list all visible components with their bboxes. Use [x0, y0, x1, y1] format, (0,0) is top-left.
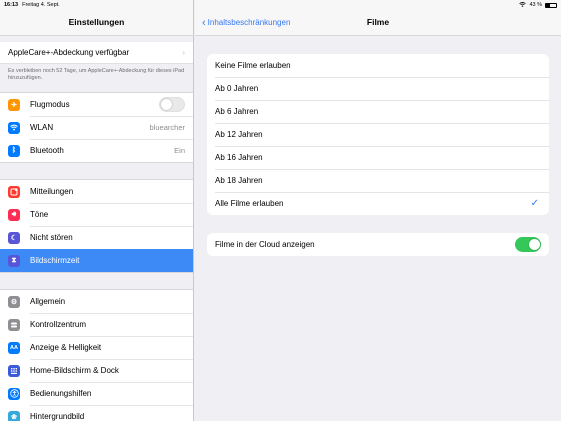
- sidebar-item-bedienungshilfen[interactable]: Bedienungshilfen: [0, 382, 193, 405]
- option-label: Ab 12 Jahren: [215, 130, 263, 139]
- status-date: Freitag 4. Sept.: [22, 2, 60, 8]
- wifi-status-icon: [519, 1, 527, 9]
- option-label: Ab 6 Jahren: [215, 107, 259, 116]
- applecare-row[interactable]: AppleCare+-Abdeckung verfügbar ›: [0, 42, 193, 64]
- airplane-mode-toggle[interactable]: [159, 97, 185, 112]
- option-ab-0[interactable]: Ab 0 Jahren: [207, 77, 549, 100]
- option-alle-filme[interactable]: Alle Filme erlauben ✓: [207, 192, 549, 215]
- sidebar-item-label: Anzeige & Helligkeit: [30, 343, 102, 352]
- sidebar-item-toene[interactable]: 🔊︎ Töne: [0, 203, 193, 226]
- applecare-note: Es verbleiben noch 52 Tage, um AppleCare…: [8, 68, 185, 81]
- option-label: Ab 16 Jahren: [215, 153, 263, 162]
- sidebar-item-flugmodus[interactable]: ✈ Flugmodus: [0, 93, 193, 116]
- notifications-icon: [8, 185, 20, 198]
- status-bar: 16:13 Freitag 4. Sept. 43 %: [0, 0, 561, 10]
- sidebar-item-kontrollzentrum[interactable]: Kontrollzentrum: [0, 313, 193, 336]
- accessibility-icon: [8, 387, 20, 400]
- battery-icon: [545, 2, 557, 8]
- sidebar-item-allgemein[interactable]: ⚙ Allgemein: [0, 290, 193, 313]
- sidebar-item-bildschirmzeit[interactable]: ⧗ Bildschirmzeit: [0, 249, 193, 272]
- status-time: 16:13: [4, 2, 19, 8]
- settings-sidebar: Einstellungen AppleCare+-Abdeckung verfü…: [0, 0, 194, 421]
- option-label: Ab 18 Jahren: [215, 176, 263, 185]
- moon-icon: ☾: [8, 231, 20, 244]
- sidebar-group-connectivity: ✈ Flugmodus WLAN bluearcher ᛒ Bluetooth …: [0, 92, 193, 163]
- sidebar-group-notifications: Mitteilungen 🔊︎ Töne ☾ Nicht stören ⧗ Bi…: [0, 179, 193, 273]
- applecare-label: AppleCare+-Abdeckung verfügbar: [8, 48, 130, 57]
- cloud-movies-row: Filme in der Cloud anzeigen: [207, 233, 549, 256]
- sidebar-item-bluetooth[interactable]: ᛒ Bluetooth Ein: [0, 139, 193, 162]
- page-title: Filme: [366, 17, 390, 27]
- wallpaper-icon: ❀: [8, 410, 20, 421]
- sidebar-item-label: Bildschirmzeit: [30, 256, 80, 265]
- toggle-knob: [161, 99, 172, 110]
- bluetooth-value: Ein: [174, 146, 185, 155]
- sidebar-title: Einstellungen: [68, 17, 125, 27]
- toggle-knob: [529, 239, 540, 250]
- home-screen-icon: [8, 364, 20, 377]
- sidebar-item-wlan[interactable]: WLAN bluearcher: [0, 116, 193, 139]
- cloud-settings: Filme in der Cloud anzeigen: [207, 233, 549, 256]
- sidebar-item-label: Flugmodus: [30, 100, 70, 109]
- option-ab-6[interactable]: Ab 6 Jahren: [207, 100, 549, 123]
- sidebar-item-label: Allgemein: [30, 297, 66, 306]
- sidebar-item-label: Bedienungshilfen: [30, 389, 92, 398]
- cloud-movies-toggle[interactable]: [515, 237, 541, 252]
- sidebar-group-general: ⚙ Allgemein Kontrollzentrum AA Anzeige &…: [0, 289, 193, 421]
- sidebar-item-label: Mitteilungen: [30, 187, 74, 196]
- cloud-movies-label: Filme in der Cloud anzeigen: [215, 240, 315, 249]
- sidebar-item-mitteilungen[interactable]: Mitteilungen: [0, 180, 193, 203]
- hourglass-icon: ⧗: [8, 254, 20, 267]
- sidebar-item-label: Hintergrundbild: [30, 412, 85, 421]
- option-label: Ab 0 Jahren: [215, 84, 259, 93]
- wlan-value: bluearcher: [149, 123, 185, 132]
- sidebar-item-home-bildschirm[interactable]: Home-Bildschirm & Dock: [0, 359, 193, 382]
- checkmark-icon: ✓: [530, 198, 539, 209]
- battery-fill: [546, 3, 551, 7]
- airplane-icon: ✈: [8, 98, 20, 111]
- control-center-icon: [8, 318, 20, 331]
- movie-rating-options: Keine Filme erlauben Ab 0 Jahren Ab 6 Ja…: [207, 54, 549, 215]
- sidebar-item-label: Kontrollzentrum: [30, 320, 87, 329]
- battery-percent: 43 %: [529, 2, 542, 8]
- option-ab-18[interactable]: Ab 18 Jahren: [207, 169, 549, 192]
- chevron-right-icon: ›: [182, 48, 185, 57]
- detail-pane: ‹ Inhaltsbeschränkungen Filme Keine Film…: [195, 0, 561, 421]
- wifi-icon: [8, 121, 20, 134]
- option-label: Keine Filme erlauben: [215, 61, 291, 70]
- sounds-icon: 🔊︎: [8, 208, 20, 221]
- sidebar-item-label: WLAN: [30, 123, 54, 132]
- option-keine-filme[interactable]: Keine Filme erlauben: [207, 54, 549, 77]
- sidebar-item-anzeige[interactable]: AA Anzeige & Helligkeit: [0, 336, 193, 359]
- sidebar-item-hintergrundbild[interactable]: ❀ Hintergrundbild: [0, 405, 193, 421]
- option-ab-12[interactable]: Ab 12 Jahren: [207, 123, 549, 146]
- sidebar-item-nicht-stoeren[interactable]: ☾ Nicht stören: [0, 226, 193, 249]
- sidebar-item-label: Töne: [30, 210, 49, 219]
- sidebar-item-label: Bluetooth: [30, 146, 64, 155]
- display-icon: AA: [8, 341, 20, 354]
- sidebar-item-label: Home-Bildschirm & Dock: [30, 366, 119, 375]
- gear-icon: ⚙: [8, 295, 20, 308]
- bluetooth-icon: ᛒ: [8, 144, 20, 157]
- option-label: Alle Filme erlauben: [215, 199, 284, 208]
- sidebar-item-label: Nicht stören: [30, 233, 73, 242]
- option-ab-16[interactable]: Ab 16 Jahren: [207, 146, 549, 169]
